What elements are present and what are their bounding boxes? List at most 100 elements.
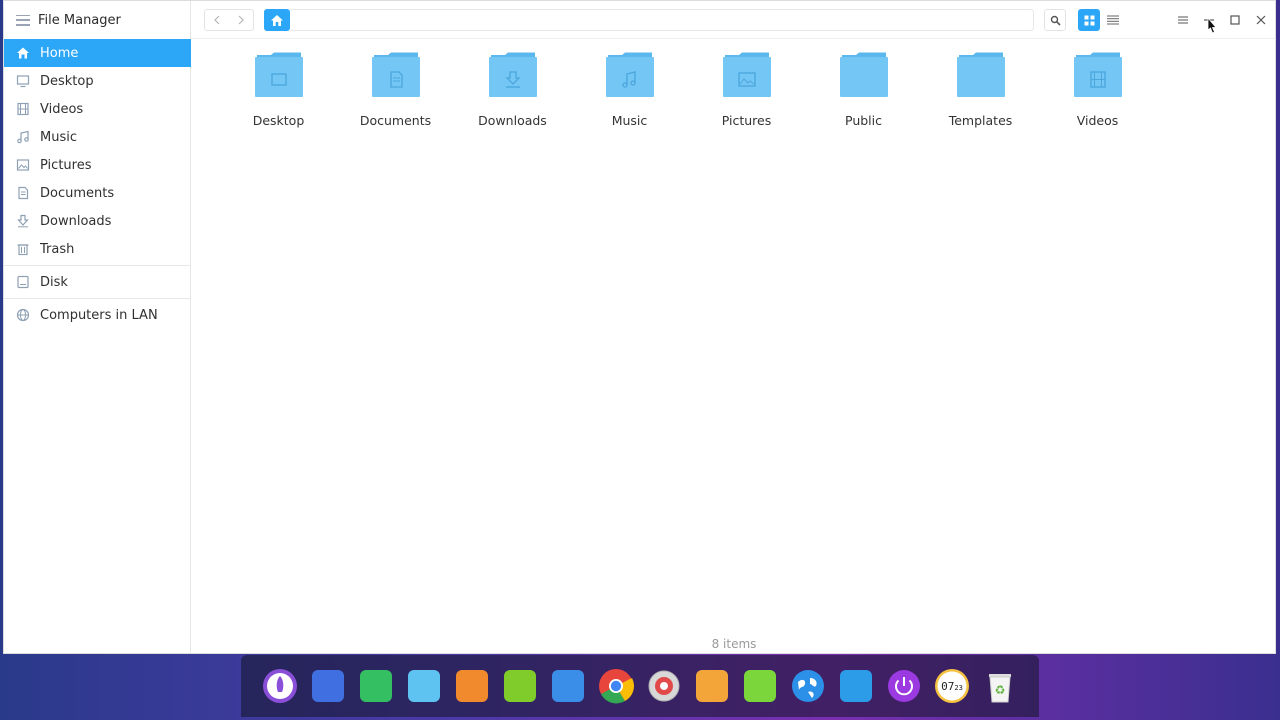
launcher-icon[interactable] (262, 668, 299, 705)
svg-text:♻: ♻ (995, 683, 1006, 697)
sidebar-divider (4, 265, 191, 266)
dock: 0723 ♻ (241, 655, 1039, 717)
folder-icon (839, 52, 888, 97)
close-button[interactable] (1250, 9, 1272, 31)
clock-icon[interactable]: 0723 (934, 668, 971, 705)
sidebar-item-label: Videos (40, 101, 84, 117)
sidebar-item-computers-in-lan[interactable]: Computers in LAN (4, 301, 191, 329)
icon-view-button[interactable] (1078, 9, 1100, 31)
music-player-icon[interactable] (502, 668, 539, 705)
address-bar[interactable] (290, 9, 1034, 31)
folder-item[interactable]: Documents (337, 51, 454, 128)
file-view[interactable]: Desktop Documents Downloads Music Pictures Pu… (192, 39, 1276, 653)
screenshot-icon[interactable] (310, 668, 347, 705)
back-button[interactable] (205, 10, 229, 30)
folder-label: Templates (948, 113, 1013, 128)
search-button[interactable] (1044, 9, 1066, 31)
folder-icon (1073, 52, 1122, 97)
status-bar-item-count: 8 items (711, 637, 757, 651)
folder-item[interactable]: Pictures (688, 51, 805, 128)
sidebar-item-downloads[interactable]: Downloads (4, 207, 191, 235)
folder-item[interactable]: Templates (922, 51, 1039, 128)
documents-icon (16, 186, 30, 200)
store-icon[interactable] (358, 668, 395, 705)
sidebar-item-label: Disk (40, 274, 68, 290)
maximize-icon (1230, 15, 1240, 25)
close-icon (1256, 15, 1266, 25)
folder-label: Music (611, 113, 648, 128)
folder-icon (605, 52, 654, 97)
folder-icon (254, 52, 303, 97)
sidebar-item-label: Documents (40, 185, 115, 201)
chevron-right-icon (238, 15, 244, 25)
trash-icon (16, 242, 30, 256)
folder-item[interactable]: Desktop (220, 51, 337, 128)
sidebar-divider (4, 298, 191, 299)
clock-hours: 07 (941, 680, 954, 693)
breadcrumb-home[interactable] (264, 9, 290, 31)
desktop-icon (16, 74, 30, 88)
folder-label: Documents (359, 113, 432, 128)
folder-item[interactable]: Music (571, 51, 688, 128)
folder-label: Videos (1076, 113, 1119, 128)
sidebar-nav: Home Desktop Videos Music Pictures Docum… (4, 39, 191, 329)
network-icon (16, 308, 30, 322)
folder-icon (956, 52, 1005, 97)
earth-icon[interactable] (790, 668, 827, 705)
sidebar-item-desktop[interactable]: Desktop (4, 67, 191, 95)
sidebar-item-label: Trash (40, 241, 75, 257)
pictures-icon (16, 158, 30, 172)
sidebar-item-label: Computers in LAN (40, 307, 158, 323)
list-view-button[interactable] (1102, 9, 1124, 31)
file-manager-window: File Manager Home Desktop Videos Music P… (3, 0, 1276, 654)
file-manager-icon[interactable] (406, 668, 443, 705)
folder-icon (722, 52, 771, 97)
sidebar-item-documents[interactable]: Documents (4, 179, 191, 207)
history-buttons (204, 9, 254, 31)
sidebar-item-videos[interactable]: Videos (4, 95, 191, 123)
grid-view-icon (1084, 15, 1094, 25)
videos-icon (16, 102, 30, 116)
sidebar-item-trash[interactable]: Trash (4, 235, 191, 263)
folder-grid: Desktop Documents Downloads Music Pictures Pu… (220, 51, 1156, 128)
chrome-icon[interactable] (598, 668, 635, 705)
sidebar-item-disk[interactable]: Disk (4, 268, 191, 296)
folder-label: Pictures (721, 113, 772, 128)
clock-minutes: 23 (954, 684, 962, 692)
downloads-icon (16, 214, 30, 228)
video-player-icon[interactable] (550, 668, 587, 705)
sidebar-item-label: Home (40, 45, 79, 61)
sidebar-item-music[interactable]: Music (4, 123, 191, 151)
window-menu-button[interactable] (1172, 9, 1194, 31)
toolbar (192, 1, 1276, 39)
trash-icon[interactable]: ♻ (982, 668, 1019, 705)
folder-label: Desktop (252, 113, 305, 128)
app-title-bar: File Manager (4, 1, 191, 39)
shop-icon[interactable] (454, 668, 491, 705)
app-menu-icon[interactable] (16, 14, 30, 26)
chevron-left-icon (214, 15, 220, 25)
sidebar-item-label: Music (40, 129, 77, 145)
sidebar-item-home[interactable]: Home (4, 39, 191, 67)
shutdown-icon[interactable] (886, 668, 923, 705)
search-icon (1050, 15, 1061, 26)
sidebar: File Manager Home Desktop Videos Music P… (4, 1, 191, 653)
sidebar-item-pictures[interactable]: Pictures (4, 151, 191, 179)
folder-icon (488, 52, 537, 97)
disk-icon (16, 275, 30, 289)
mouse-cursor-icon (1207, 17, 1217, 34)
forward-button[interactable] (229, 10, 253, 30)
home-icon (271, 14, 283, 26)
folder-item[interactable]: Videos (1039, 51, 1156, 128)
power-manager-icon[interactable] (742, 668, 779, 705)
browser-icon[interactable] (694, 668, 731, 705)
sidebar-item-label: Downloads (40, 213, 112, 229)
network-tool-icon[interactable] (838, 668, 875, 705)
music-icon (16, 130, 30, 144)
maximize-button[interactable] (1224, 9, 1246, 31)
home-icon (16, 46, 30, 60)
folder-item[interactable]: Public (805, 51, 922, 128)
settings-icon[interactable] (646, 668, 683, 705)
folder-item[interactable]: Downloads (454, 51, 571, 128)
list-view-icon (1107, 15, 1119, 25)
